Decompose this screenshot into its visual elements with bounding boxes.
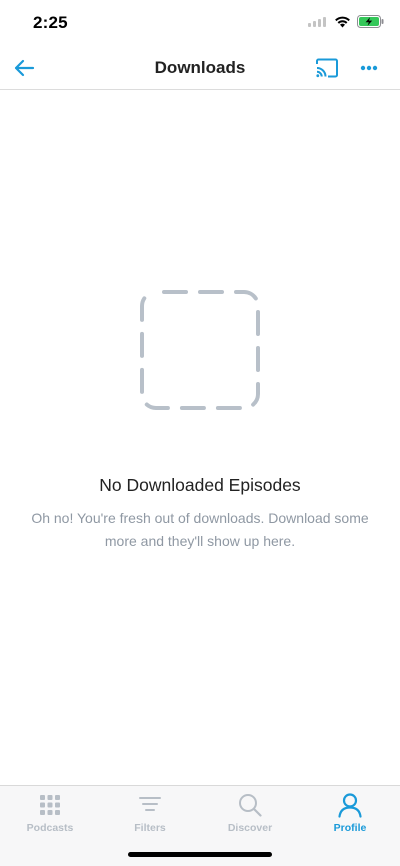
status-indicators (308, 15, 384, 28)
tab-filters[interactable]: Filters (100, 792, 200, 838)
cellular-signal-icon (308, 16, 326, 27)
wifi-icon (335, 16, 350, 28)
more-horizontal-icon (360, 65, 378, 71)
battery-charging-icon (357, 15, 384, 28)
search-icon (239, 794, 262, 817)
empty-state-description: Oh no! You're fresh out of downloads. Do… (31, 510, 369, 549)
tab-label: Discover (227, 822, 273, 834)
tab-discover[interactable]: Discover (200, 792, 300, 838)
cast-button[interactable] (314, 56, 340, 80)
tab-profile[interactable]: Profile (300, 792, 400, 838)
more-button[interactable] (356, 56, 382, 80)
tab-label: Filters (134, 822, 166, 834)
navigation-bar: Downloads (0, 46, 400, 90)
home-indicator (128, 852, 272, 857)
page-title: Downloads (154, 58, 246, 77)
filter-icon (139, 797, 161, 811)
status-bar: 2:25 (0, 0, 400, 46)
status-time: 2:25 (33, 13, 68, 32)
empty-state-title: No Downloaded Episodes (99, 475, 301, 495)
tab-label: Profile (333, 822, 367, 834)
grid-icon (40, 795, 60, 815)
dashed-square-icon (140, 290, 260, 410)
profile-icon (338, 793, 362, 818)
tab-label: Podcasts (26, 822, 74, 834)
tab-podcasts[interactable]: Podcasts (0, 792, 100, 838)
cast-icon (316, 58, 338, 78)
